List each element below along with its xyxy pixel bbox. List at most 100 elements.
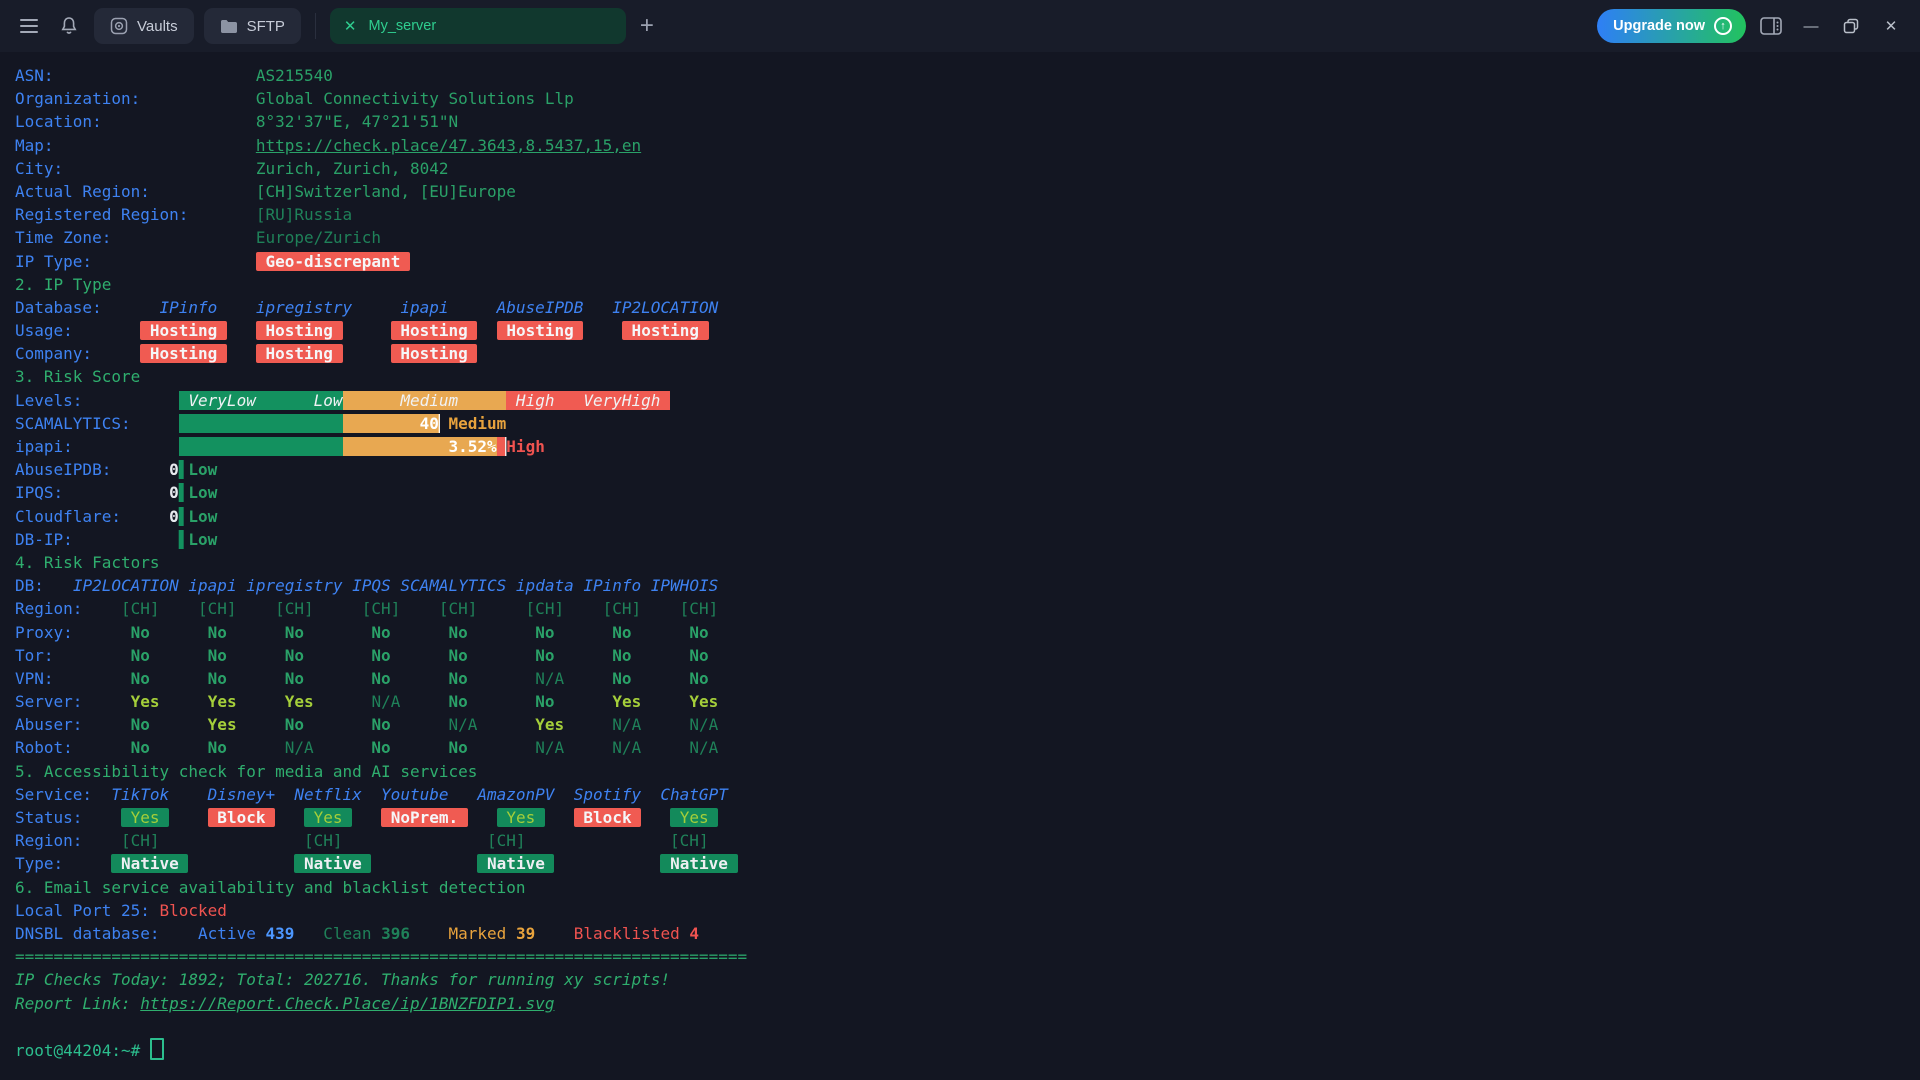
terminal-line: City: Zurich, Zurich, 8042: [15, 157, 1920, 180]
tab-divider: [315, 13, 316, 39]
maximize-button[interactable]: [1836, 11, 1866, 41]
terminal-line: IP Type: Geo-discrepant: [15, 250, 1920, 273]
terminal-text: Status:: [15, 808, 82, 827]
terminal-line: Database: IPinfo ipregistry ipapi AbuseI…: [15, 296, 1920, 319]
vaults-button[interactable]: Vaults: [94, 8, 194, 44]
terminal-text: Medium: [449, 414, 507, 433]
close-tab-icon[interactable]: ✕: [344, 19, 357, 34]
terminal-text: [314, 738, 372, 757]
terminal-text: [554, 646, 612, 665]
terminal-line: ========================================…: [15, 945, 1920, 968]
minimize-button[interactable]: —: [1796, 11, 1826, 41]
terminal-text: No: [285, 715, 304, 734]
terminal-text: Yes: [208, 715, 237, 734]
panel-toggle-button[interactable]: [1756, 11, 1786, 41]
topbar: Vaults SFTP ✕ My_server + Upgrade now ↑ …: [0, 0, 1920, 52]
terminal-text: Type:: [15, 854, 63, 873]
terminal-text: Server:: [15, 692, 82, 711]
terminal-text: 0: [169, 483, 179, 502]
terminal-text: Active: [198, 924, 265, 943]
menu-button[interactable]: [14, 11, 44, 41]
terminal-text: [179, 437, 343, 456]
terminal-text: Hosting: [391, 344, 478, 363]
terminal-text: [632, 623, 690, 642]
terminal-text: [468, 808, 497, 827]
terminal-text: No: [285, 623, 304, 642]
terminal-text: [227, 321, 256, 340]
terminal-text: [63, 483, 169, 502]
terminal-link[interactable]: https://Report.Check.Place/ip/1BNZFDIP1.…: [140, 994, 554, 1013]
terminal-text: [121, 507, 169, 526]
terminal-text: High: [506, 437, 545, 456]
terminal-text: [227, 623, 285, 642]
terminal-output[interactable]: ASN: AS215540Organization: Global Connec…: [0, 52, 1920, 1080]
terminal-text: [554, 854, 660, 873]
terminal-text: [CH]Switzerland, [EU]Europe: [256, 182, 516, 201]
terminal-text: 3. Risk Score: [15, 367, 140, 386]
terminal-text: 2. IP Type: [15, 275, 111, 294]
terminal-link[interactable]: https://check.place/47.3643,8.5437,15,en: [256, 136, 641, 155]
notifications-button[interactable]: [54, 11, 84, 41]
terminal-text: Native: [294, 854, 371, 873]
terminal-text: [169, 808, 208, 827]
vaults-label: Vaults: [137, 18, 178, 35]
terminal-line: Time Zone: Europe/Zurich: [15, 226, 1920, 249]
terminal-text: [227, 344, 256, 363]
terminal-text: Hosting: [622, 321, 709, 340]
terminal-text: [294, 924, 323, 943]
terminal-text: ▏: [439, 414, 449, 433]
sidebar-panel-icon: [1760, 17, 1782, 35]
terminal-text: [150, 738, 208, 757]
terminal-text: ▌: [179, 460, 189, 479]
terminal-text: [564, 715, 612, 734]
terminal-text: 39: [516, 924, 535, 943]
terminal-text: Registered Region:: [15, 205, 256, 224]
terminal-text: Report Link:: [15, 994, 140, 1013]
terminal-text: Region:: [15, 831, 82, 850]
sftp-button[interactable]: SFTP: [204, 8, 301, 44]
terminal-text: No: [535, 623, 554, 642]
terminal-text: No: [689, 623, 708, 642]
terminal-text: [468, 646, 535, 665]
terminal-text: Map:: [15, 136, 256, 155]
terminal-text: [131, 414, 179, 433]
terminal-text: High VeryHigh: [506, 391, 670, 410]
upgrade-button[interactable]: Upgrade now ↑: [1597, 9, 1746, 43]
terminal-text: AS215540: [256, 66, 333, 85]
terminal-text: No: [371, 646, 390, 665]
terminal-text: Hosting: [391, 321, 478, 340]
terminal-line: 4. Risk Factors: [15, 551, 1920, 574]
terminal-text: [44, 576, 73, 595]
terminal-text: [150, 715, 208, 734]
terminal-text: Yes: [285, 692, 314, 711]
terminal-text: Location:: [15, 112, 256, 131]
arrow-up-icon: ↑: [1714, 17, 1732, 35]
terminal-text: Abuser:: [15, 715, 82, 734]
tab-my-server[interactable]: ✕ My_server: [330, 8, 626, 44]
terminal-text: [535, 924, 574, 943]
terminal-text: No: [208, 623, 227, 642]
new-tab-button[interactable]: +: [636, 14, 658, 38]
terminal-text: No: [371, 738, 390, 757]
terminal-text: DB-IP:: [15, 530, 73, 549]
terminal-text: Low: [188, 530, 217, 549]
terminal-text: No: [131, 669, 150, 688]
terminal-text: No: [131, 646, 150, 665]
terminal-text: [410, 924, 449, 943]
terminal-line: Registered Region: [RU]Russia: [15, 203, 1920, 226]
terminal-line: Region: [CH] [CH] [CH] [CH] [CH] [CH] [C…: [15, 597, 1920, 620]
upgrade-label: Upgrade now: [1613, 18, 1705, 34]
terminal-line: root@44204:~#: [15, 1038, 1920, 1061]
terminal-text: 4: [689, 924, 699, 943]
terminal-text: [468, 738, 535, 757]
terminal-line: 3. Risk Score: [15, 365, 1920, 388]
close-window-button[interactable]: ✕: [1876, 11, 1906, 41]
terminal-text: IP Checks Today: 1892; Total: 202716. Th…: [15, 970, 670, 989]
terminal-text: NoPrem.: [381, 808, 468, 827]
terminal-text: Region:: [15, 599, 82, 618]
terminal-text: [641, 715, 689, 734]
terminal-text: [73, 321, 140, 340]
terminal-text: 0: [169, 507, 179, 526]
terminal-text: [227, 646, 285, 665]
terminal-text: Geo-discrepant: [256, 252, 410, 271]
